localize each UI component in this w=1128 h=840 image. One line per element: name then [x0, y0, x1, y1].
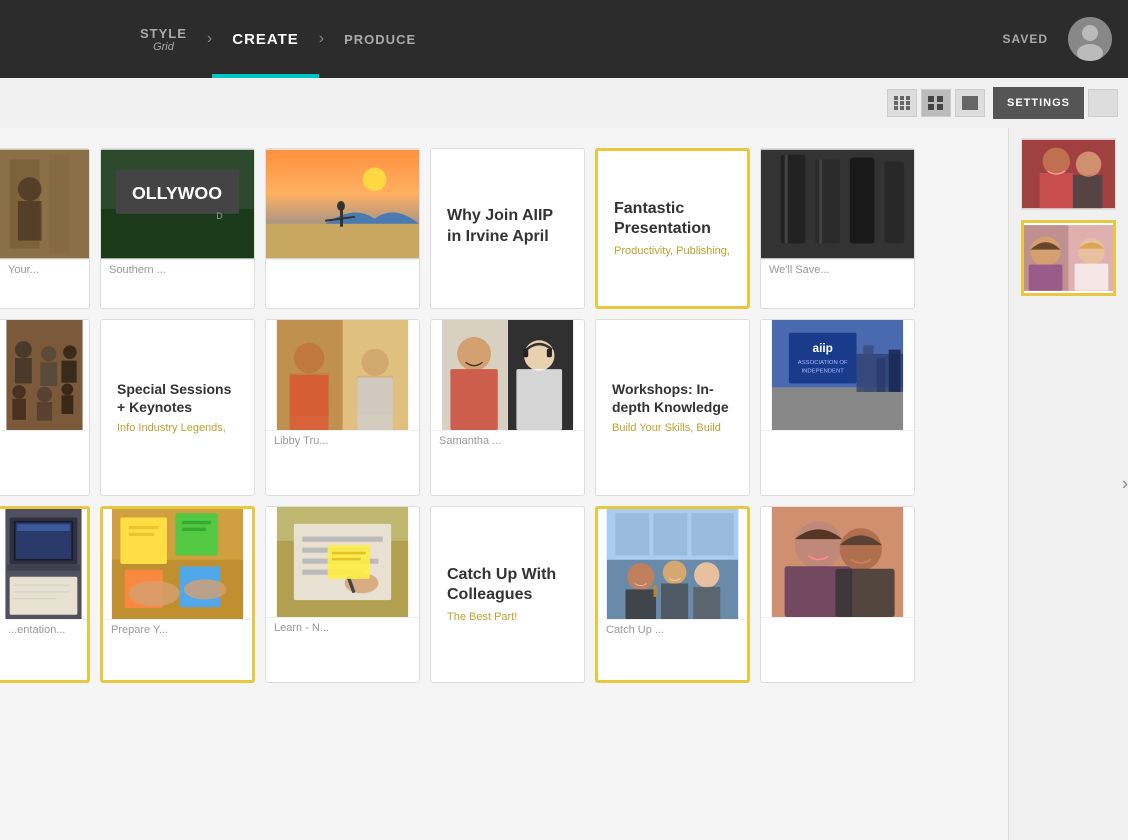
card-fantastic[interactable]: Fantastic Presentation Productivity, Pub…	[595, 148, 750, 309]
create-label: CREATE	[232, 31, 299, 48]
card-special-sessions[interactable]: Special Sessions + Keynotes Info Industr…	[100, 319, 255, 496]
card-samantha[interactable]: Samantha ...	[430, 319, 585, 496]
card-catch-up[interactable]: Catch Up With Colleagues The Best Part!	[430, 506, 585, 683]
sidebar-thumb-2[interactable]	[1021, 220, 1116, 296]
nav-item-style[interactable]: STYLE Grid	[120, 0, 207, 78]
card-crowd-label	[0, 430, 89, 439]
saved-button[interactable]: SAVED	[1003, 32, 1048, 46]
nav-item-create[interactable]: CREATE	[212, 0, 319, 78]
card-libby-label: Libby Tru...	[266, 430, 419, 451]
svg-text:aiip: aiip	[812, 341, 832, 355]
card-samantha-label: Samantha ...	[431, 430, 584, 451]
nav-item-produce[interactable]: PRODUCE	[324, 0, 436, 78]
main-layout: Your... OLLYWOO D Southern ...	[0, 128, 1128, 840]
card-crowd[interactable]	[0, 319, 90, 496]
svg-text:INDEPENDENT: INDEPENDENT	[802, 368, 845, 374]
card-sticky-label: Prepare Y...	[103, 619, 252, 640]
toolbar-extra-button[interactable]	[1088, 89, 1118, 117]
card-ollywood-label: Southern ...	[101, 259, 254, 280]
card-ollywood[interactable]: OLLYWOO D Southern ...	[100, 148, 255, 309]
svg-text:D: D	[216, 211, 222, 221]
card-chairs[interactable]: We'll Save...	[760, 148, 915, 309]
view-small-grid-button[interactable]	[887, 89, 917, 117]
card-laptop[interactable]: ...entation...	[0, 506, 90, 683]
card-couple-label	[761, 617, 914, 626]
avatar[interactable]	[1068, 17, 1112, 61]
card-libby[interactable]: Libby Tru...	[265, 319, 420, 496]
card-your-label: Your...	[0, 259, 89, 280]
card-fantastic-title: Fantastic Presentation	[614, 199, 731, 241]
card-couple[interactable]	[760, 506, 915, 683]
produce-label: PRODUCE	[344, 32, 416, 47]
card-catchup-photo-label: Catch Up ...	[598, 619, 747, 640]
card-sticky[interactable]: Prepare Y...	[100, 506, 255, 683]
sidebar-expand-button[interactable]: ›	[1120, 470, 1128, 499]
card-workshops-subtitle: Build Your Skills, Build	[612, 421, 733, 435]
card-why-join-title: Why Join AIIP in Irvine April	[447, 206, 568, 248]
card-why-join[interactable]: Why Join AIIP in Irvine April	[430, 148, 585, 309]
card-learn[interactable]: Learn - N...	[265, 506, 420, 683]
card-aiip[interactable]: aiip ASSOCIATION OF INDEPENDENT	[760, 319, 915, 496]
card-learn-label: Learn - N...	[266, 617, 419, 638]
card-fantastic-subtitle: Productivity, Publishing,	[614, 244, 731, 258]
card-special-title: Special Sessions + Keynotes	[117, 380, 238, 416]
view-large-grid-button[interactable]	[955, 89, 985, 117]
svg-text:OLLYWOO: OLLYWOO	[132, 183, 222, 203]
card-catchup-photo[interactable]: Catch Up ...	[595, 506, 750, 683]
card-laptop-label: ...entation...	[0, 619, 87, 640]
card-your[interactable]: Your...	[0, 148, 90, 309]
nav-items: STYLE Grid › CREATE › PRODUCE	[0, 0, 1003, 78]
settings-button[interactable]: SETTINGS	[993, 87, 1084, 119]
card-beach-label	[266, 259, 419, 268]
content-area: Your... OLLYWOO D Southern ...	[0, 128, 1008, 840]
card-chairs-label: We'll Save...	[761, 259, 914, 280]
nav-item-style-content: STYLE Grid	[140, 26, 187, 53]
top-navigation: STYLE Grid › CREATE › PRODUCE SAVED	[0, 0, 1128, 78]
card-beach[interactable]	[265, 148, 420, 309]
card-catch-up-subtitle: The Best Part!	[447, 610, 568, 624]
view-medium-grid-button[interactable]	[921, 89, 951, 117]
card-special-subtitle: Info Industry Legends,	[117, 421, 238, 435]
style-label: STYLE	[140, 26, 187, 41]
card-workshops-title: Workshops: In-depth Knowledge	[612, 380, 733, 416]
sidebar-panel: ›	[1008, 128, 1128, 840]
card-aiip-label	[761, 430, 914, 439]
svg-text:ASSOCIATION OF: ASSOCIATION OF	[798, 360, 848, 366]
card-catch-up-title: Catch Up With Colleagues	[447, 565, 568, 607]
sidebar-thumb-1[interactable]	[1021, 138, 1116, 210]
style-sub: Grid	[140, 41, 187, 53]
card-workshops[interactable]: Workshops: In-depth Knowledge Build Your…	[595, 319, 750, 496]
toolbar: SETTINGS	[0, 78, 1128, 128]
